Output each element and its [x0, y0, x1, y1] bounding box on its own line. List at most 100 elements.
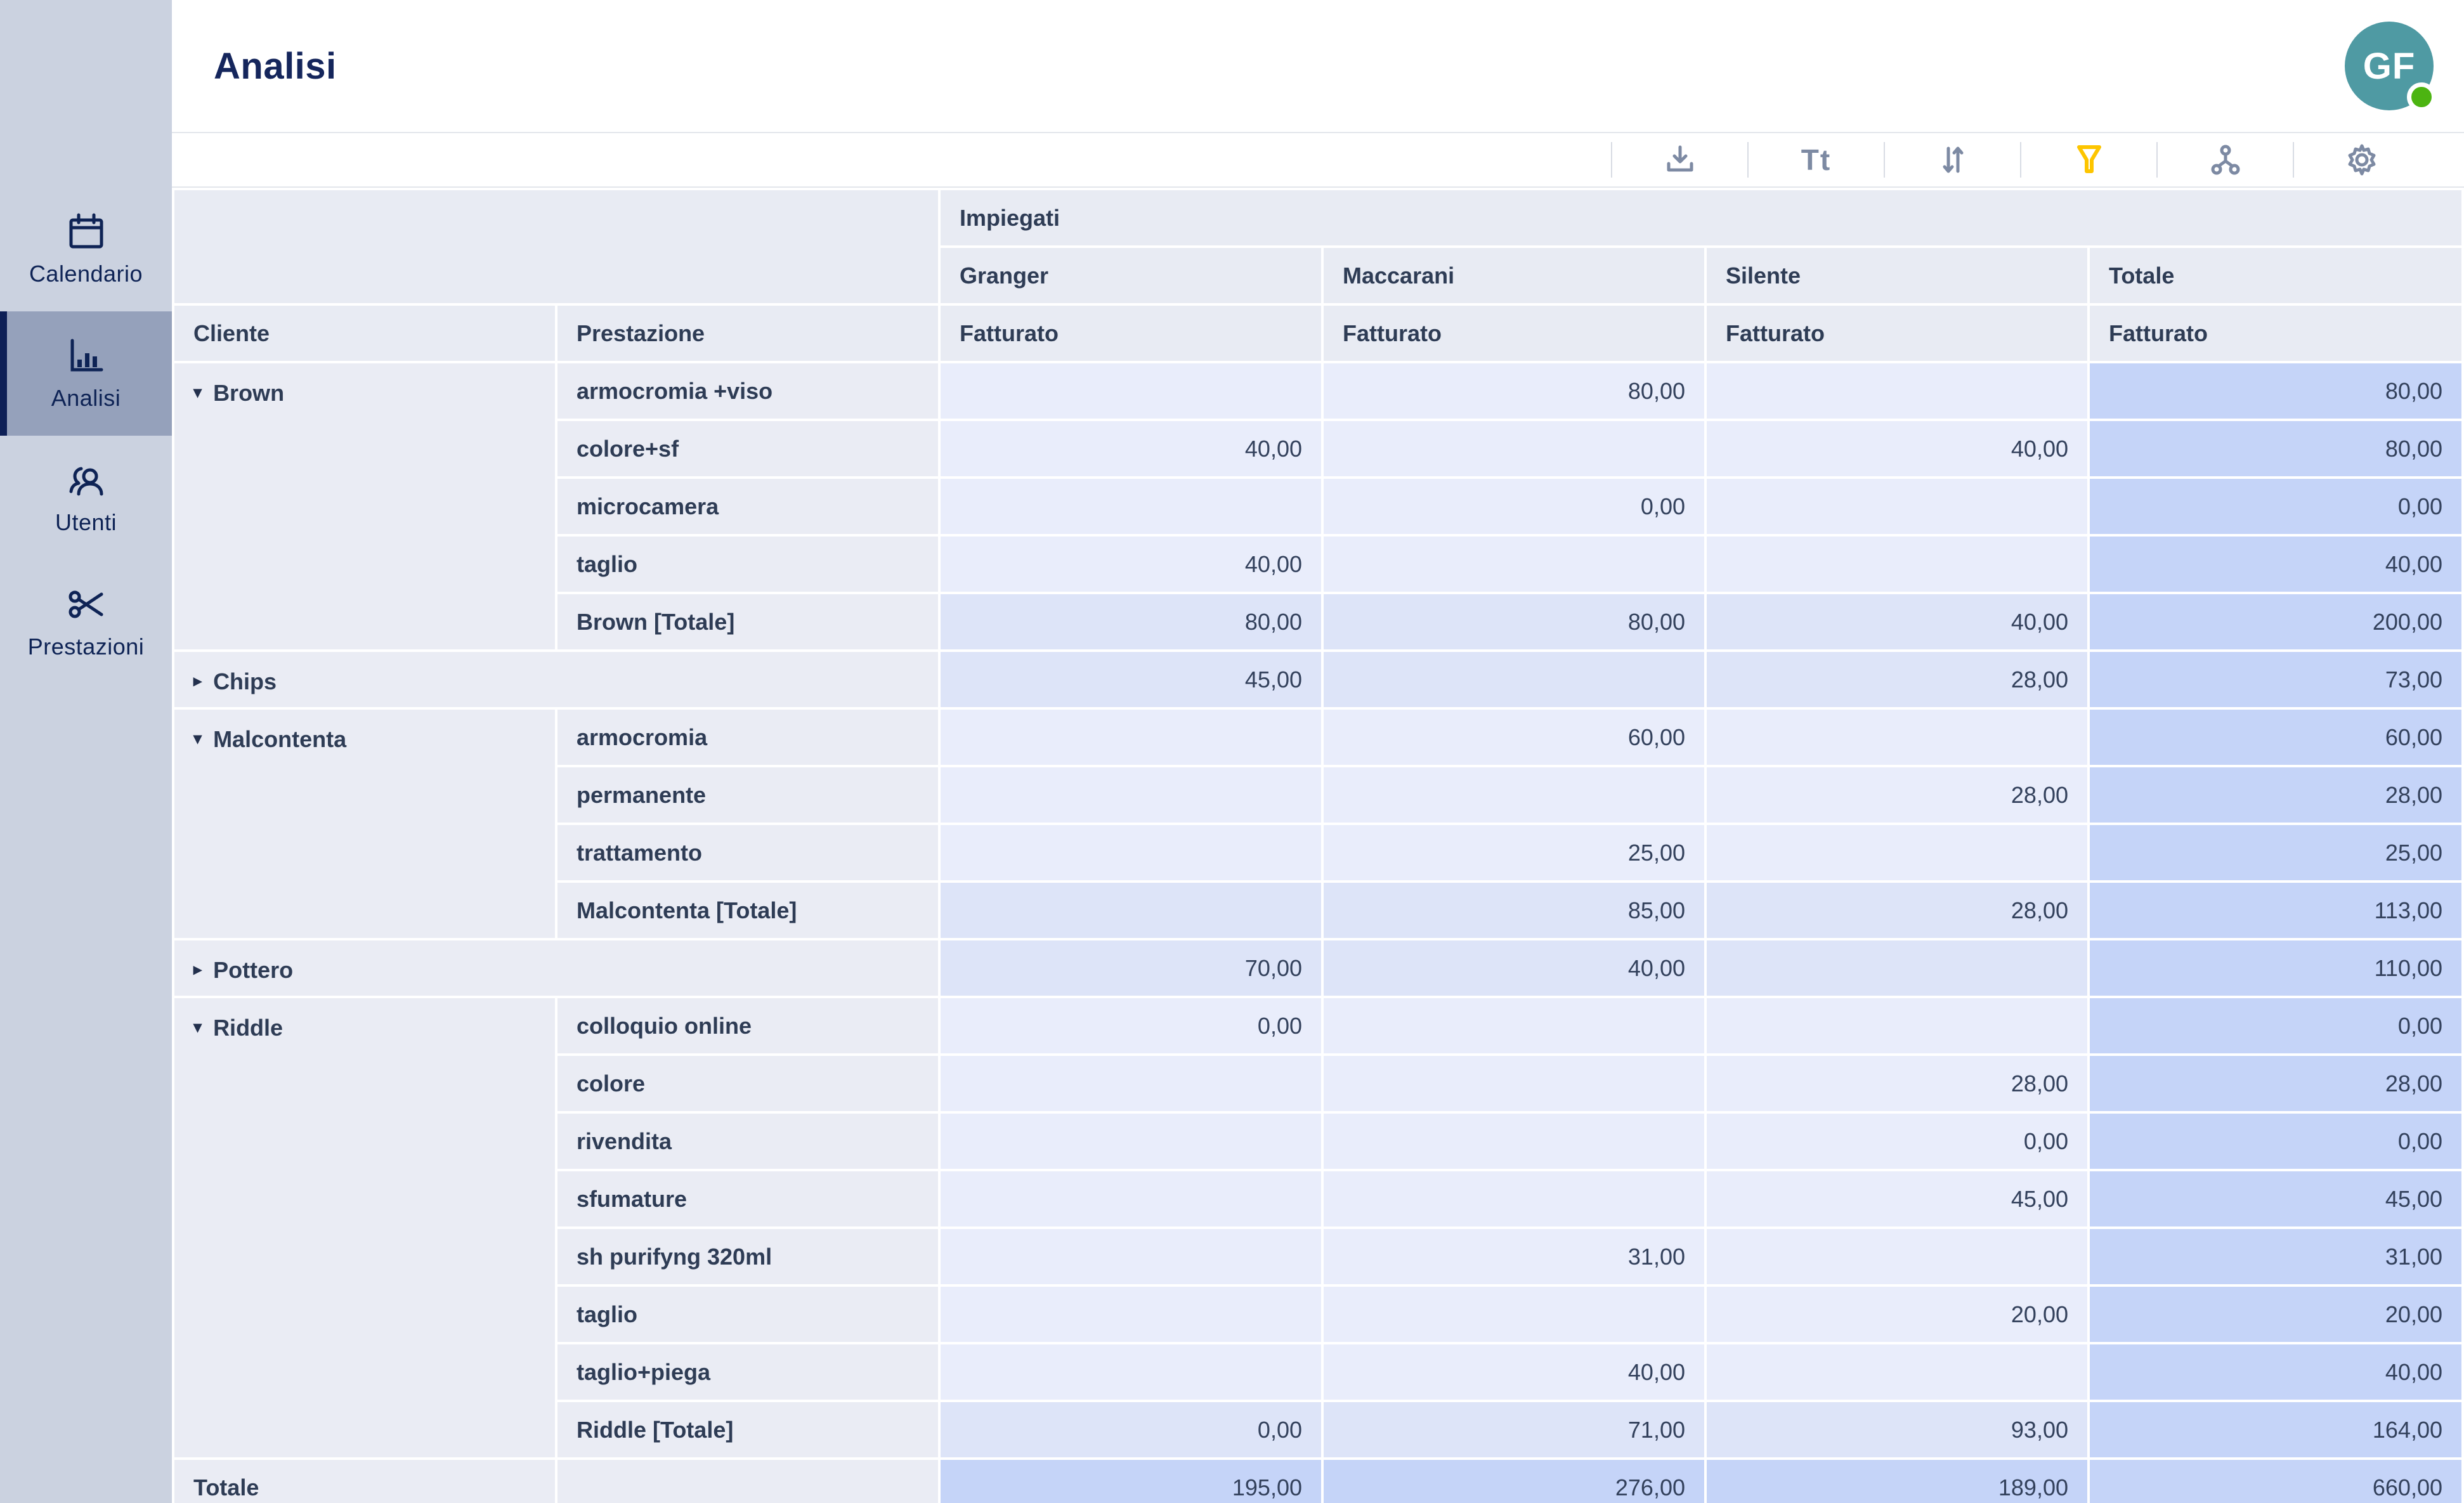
sidebar-item-calendario[interactable]: Calendario	[0, 187, 172, 311]
value-cell: 0,00	[941, 998, 1321, 1053]
value-cell: 80,00	[941, 594, 1321, 649]
value-cell: 31,00	[1324, 1229, 1704, 1284]
grand-total-row: Totale195,00276,00189,00660,00	[174, 1460, 2461, 1503]
value-cell	[941, 1229, 1321, 1284]
collapse-toggle[interactable]: ▾	[193, 382, 202, 402]
prestazione-cell: colore+sf	[557, 421, 938, 476]
hierarchy-icon[interactable]	[2158, 133, 2293, 186]
prestazione-cell: sfumature	[557, 1171, 938, 1226]
avatar[interactable]: GF	[2345, 22, 2434, 110]
value-cell	[941, 883, 1321, 938]
row-total-cell: 60,00	[2090, 710, 2461, 765]
value-cell: 28,00	[1707, 883, 2087, 938]
row-total-cell: 45,00	[2090, 1171, 2461, 1226]
pivot-table-area: Impiegati Granger Maccarani Silente Tota…	[172, 188, 2464, 1503]
value-cell	[1707, 479, 2087, 534]
value-cell	[1324, 1171, 1704, 1226]
row-total-cell: 25,00	[2090, 825, 2461, 880]
prestazione-cell: sh purifyng 320ml	[557, 1229, 938, 1284]
sidebar: Calendario Analisi Utenti	[0, 0, 172, 1503]
row-total-cell: 0,00	[2090, 998, 2461, 1053]
row-header-cliente[interactable]: Cliente	[174, 306, 555, 361]
collapse-toggle[interactable]: ▾	[193, 1017, 202, 1037]
sort-icon[interactable]	[1885, 133, 2020, 186]
column-header-granger[interactable]: Granger	[941, 248, 1321, 303]
value-cell: 40,00	[1707, 421, 2087, 476]
sidebar-item-utenti[interactable]: Utenti	[0, 436, 172, 560]
client-cell: ▸ Pottero	[174, 940, 938, 996]
value-cell: 28,00	[1707, 767, 2087, 823]
column-header-silente[interactable]: Silente	[1707, 248, 2087, 303]
value-cell: 45,00	[941, 652, 1321, 707]
table-row: ▾Malcontentaarmocromia60,0060,00	[174, 710, 2461, 765]
prestazione-cell: taglio+piega	[557, 1344, 938, 1400]
row-total-cell: 200,00	[2090, 594, 2461, 649]
filter-icon[interactable]	[2021, 133, 2156, 186]
app-header: Analisi GF	[172, 0, 2464, 133]
column-total-cell: 276,00	[1324, 1460, 1704, 1503]
empty-prestazione-cell	[557, 1460, 938, 1503]
row-total-cell: 40,00	[2090, 1344, 2461, 1400]
value-cell: 40,00	[941, 537, 1321, 592]
value-cell: 28,00	[1707, 652, 2087, 707]
value-cell	[1707, 1229, 2087, 1284]
prestazione-cell: permanente	[557, 767, 938, 823]
header-row-groups: Impiegati	[174, 190, 2461, 245]
prestazione-cell: microcamera	[557, 479, 938, 534]
value-cell	[941, 363, 1321, 419]
measure-header: Fatturato	[941, 306, 1321, 361]
value-cell: 80,00	[1324, 594, 1704, 649]
sidebar-item-label: Analisi	[51, 385, 121, 412]
value-cell	[941, 1114, 1321, 1169]
value-cell	[1324, 1114, 1704, 1169]
prestazione-cell: colore	[557, 1056, 938, 1111]
sidebar-item-label: Utenti	[55, 509, 117, 536]
corner-cell	[174, 190, 938, 303]
pivot-body: ▾Brownarmocromia +viso80,0080,00colore+s…	[174, 363, 2461, 1503]
value-cell	[941, 1171, 1321, 1226]
value-cell: 0,00	[1324, 479, 1704, 534]
prestazione-cell: trattamento	[557, 825, 938, 880]
value-cell: 85,00	[1324, 883, 1704, 938]
row-total-cell: 110,00	[2090, 940, 2461, 996]
column-group-header: Impiegati	[941, 190, 2461, 245]
value-cell: 40,00	[1324, 1344, 1704, 1400]
prestazione-cell: Riddle [Totale]	[557, 1402, 938, 1457]
value-cell: 20,00	[1707, 1287, 2087, 1342]
page-title: Analisi	[214, 45, 337, 88]
sidebar-item-prestazioni[interactable]: Prestazioni	[0, 560, 172, 684]
pivot-table: Impiegati Granger Maccarani Silente Tota…	[172, 188, 2464, 1503]
client-cell: ▾ Brown	[174, 363, 555, 649]
value-cell	[1324, 998, 1704, 1053]
text-size-icon[interactable]: Tt	[1749, 133, 1884, 186]
column-header-maccarani[interactable]: Maccarani	[1324, 248, 1704, 303]
column-header-totale[interactable]: Totale	[2090, 248, 2461, 303]
client-label: Malcontenta	[213, 726, 346, 753]
online-status-dot	[2407, 82, 2436, 112]
value-cell: 28,00	[1707, 1056, 2087, 1111]
sidebar-item-analisi[interactable]: Analisi	[0, 311, 172, 436]
row-total-cell: 0,00	[2090, 1114, 2461, 1169]
download-icon[interactable]	[1612, 133, 1747, 186]
client-label: Brown	[213, 380, 284, 407]
row-total-cell: 28,00	[2090, 767, 2461, 823]
client-label: Pottero	[213, 957, 293, 984]
column-total-cell: 195,00	[941, 1460, 1321, 1503]
collapse-toggle[interactable]: ▾	[193, 729, 202, 748]
expand-toggle[interactable]: ▸	[193, 671, 202, 691]
value-cell	[1707, 998, 2087, 1053]
value-cell	[1324, 537, 1704, 592]
client-label: Riddle	[213, 1015, 283, 1041]
users-icon	[66, 460, 107, 500]
prestazione-cell: rivendita	[557, 1114, 938, 1169]
grand-total-cell: 660,00	[2090, 1460, 2461, 1503]
row-total-cell: 31,00	[2090, 1229, 2461, 1284]
row-total-cell: 80,00	[2090, 363, 2461, 419]
client-cell: ▸Chips	[174, 652, 938, 707]
header-row-measures: Cliente Prestazione Fatturato Fatturato …	[174, 306, 2461, 361]
settings-icon[interactable]	[2294, 133, 2429, 186]
value-cell	[1324, 767, 1704, 823]
expand-toggle[interactable]: ▸	[193, 960, 202, 979]
value-cell	[1707, 940, 2087, 996]
row-header-prestazione[interactable]: Prestazione	[557, 306, 938, 361]
